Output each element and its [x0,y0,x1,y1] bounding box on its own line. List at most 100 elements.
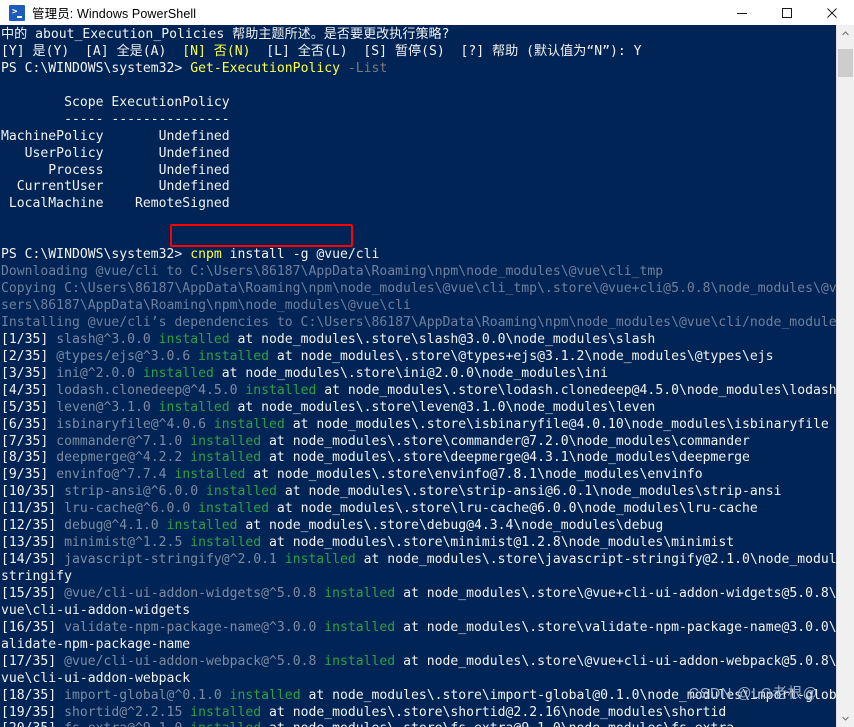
chevron-up-icon [842,31,849,36]
console-text-run: @vue/cli-ui-addon-widgets@^5.0.8 [64,585,325,601]
console-text-run: at node_modules\.store\fs-extra@9.1.0\no… [261,721,734,727]
console-line: [11/35] lru-cache@^6.0.0 installed at no… [1,501,836,518]
console-line: PS C:\WINDOWS\system32> Get-ExecutionPol… [1,61,836,78]
console-text-run: lru-cache@^6.0.0 [64,501,199,517]
maximize-icon [781,7,792,18]
console-text-run: at node_modules\.store\envinfo@7.8.1\nod… [245,467,703,483]
console-line: [Y] 是(Y) [A] 全是(A) [N] 否(N) [L] 全否(L) [S… [1,44,836,61]
console-line: [15/35] @vue/cli-ui-addon-widgets@^5.0.8… [1,586,836,603]
close-button[interactable] [809,0,854,25]
console-text-run: installed [324,653,396,669]
console-text-run: installed [324,619,396,635]
scrollbar-track[interactable] [837,42,854,710]
console-text-run: stringify [1,569,72,584]
console-text-run: fs-extra@^9.1.0 [64,721,190,727]
console-text-run: [18/35] [1,687,65,703]
console-text-run: PS C:\WINDOWS\system32> [1,247,191,263]
console-text-run: [Y] 是(Y) [A] 全是(A) [1,43,183,59]
console-text-run: at node_modules\.store\javascript-string… [363,552,836,568]
console-line: [13/35] minimist@^1.2.5 installed at nod… [1,535,836,552]
console-text-run: installed [213,416,285,432]
console-text-run: 中的 about_Execution_Policies 帮助主题所述。是否要更改… [1,27,450,42]
console-text-run: minimist@^1.2.5 [64,535,191,551]
console-text-run: [6/35] [1,416,57,432]
console-text-run: commander@^7.1.0 [56,433,191,449]
console-text-run: deepmerge@^4.2.2 [56,450,191,466]
console-text-run: [19/35] [1,704,65,720]
console-line: sers\86187\AppData\Roaming\npm\node_modu… [1,298,836,315]
console-text-run: [1/35] [1,331,57,347]
console-text-run: Get-ExecutionPolicy [190,60,340,76]
console-text-run: validate-npm-package-name@^3.0.0 [64,619,325,635]
scrollbar-thumb[interactable] [838,49,853,77]
console-text-run: Copying C:\Users\86187\AppData\Roaming\n… [1,281,836,297]
console-line: [6/35] isbinaryfile@^4.0.6 installed at … [1,417,836,434]
console-text-run: envinfo@^7.7.4 [56,467,175,483]
console-text-run: at node_modules\.store\@vue+cli-ui-addon… [403,585,836,601]
console-line: CurrentUser Undefined [1,179,836,196]
console-output[interactable]: 中的 about_Execution_Policies 帮助主题所述。是否要更改… [0,25,836,727]
console-line: Installing @vue/cli’s dependencies to C:… [1,315,836,332]
console-text-run: [11/35] [1,501,65,517]
console-text-run: [9/35] [1,467,57,483]
vertical-scrollbar[interactable] [836,25,854,727]
maximize-button[interactable] [764,0,809,25]
console-line: [1/35] slash@^3.0.0 installed at node_mo… [1,332,836,349]
console-line: [9/35] envinfo@^7.7.4 installed at node_… [1,467,836,484]
console-text-run: CurrentUser Undefined [1,179,230,195]
title-bar[interactable]: > 管理员: Windows PowerShell [0,0,854,25]
console-text-run: sers\86187\AppData\Roaming\npm\node_modu… [1,298,411,313]
console-line: [20/35] fs-extra@^9.1.0 installed at nod… [1,721,836,727]
console-line: [2/35] @types/ejs@^3.0.6 installed at no… [1,349,836,366]
scroll-down-button[interactable] [837,710,854,727]
powershell-window: > 管理员: Windows PowerShell 中的 about_Execu… [0,0,854,727]
console-text-run: @vue/cli-ui-addon-webpack@^5.0.8 [64,653,325,669]
console-text-run: strip-ansi@^6.0.0 [64,484,206,500]
console-line: Downloading @vue/cli to C:\Users\86187\A… [1,264,836,281]
console-text-run: at node_modules\.store\strip-ansi@6.0.1\… [276,484,782,500]
window-title: 管理员: Windows PowerShell [32,7,197,21]
console-line: [14/35] javascript-stringify@^2.0.1 inst… [1,552,836,569]
console-text-run: at node_modules\.store\isbinaryfile@4.0.… [284,416,829,432]
console-text-run: [2/35] [1,348,57,364]
console-text-run: [17/35] [1,653,65,669]
console-text-run: LocalMachine RemoteSigned [1,196,230,212]
console-text-run: [13/35] [1,535,65,551]
console-line: PS C:\WINDOWS\system32> cnpm install -g … [1,247,836,264]
console-text-run: Installing @vue/cli’s dependencies to C:… [1,314,836,330]
console-text-run: shortid@^2.2.15 [64,704,191,720]
console-text-run: install -g @vue/cli [221,247,380,263]
console-text-run: installed [142,365,214,381]
console-text-run: javascript-stringify@^2.0.1 [64,552,285,568]
console-text-run: UserPolicy Undefined [1,145,230,161]
console-line: [4/35] lodash.clonedeep@^4.5.0 installed… [1,383,836,400]
minimize-button[interactable] [719,0,764,25]
console-text-run: @types/ejs@^3.0.6 [56,348,199,364]
scroll-up-button[interactable] [837,25,854,42]
console-line: [8/35] deepmerge@^4.2.2 installed at nod… [1,450,836,467]
console-text-run: installed [190,433,262,449]
console-text-run: [14/35] [1,552,65,568]
console-line: [17/35] @vue/cli-ui-addon-webpack@^5.0.8… [1,654,836,671]
console-text-run: MachinePolicy Undefined [1,128,230,144]
console-line: [3/35] ini@^2.0.0 installed at node_modu… [1,366,836,383]
console-text-run: installed [205,484,277,500]
console-text-run: installed [158,399,230,415]
console-text-run: at node_modules\.store\commander@7.2.0\n… [261,433,750,449]
console-text-run: cnpm [190,247,222,263]
console-text-run: vue\cli-ui-addon-widgets [1,602,191,618]
console-text-run: installed [166,518,238,534]
console-text-run: at node_modules\.store\minimist@1.2.8\no… [261,535,735,551]
watermark-text: CSDN @LG老根@ [688,686,818,702]
console-line: Copying C:\Users\86187\AppData\Roaming\n… [1,281,836,298]
console-line: vue\cli-ui-addon-widgets [1,603,836,620]
console-text-run: installed [198,501,270,517]
console-line: [16/35] validate-npm-package-name@^3.0.0… [1,620,836,637]
console-line: [10/35] strip-ansi@^6.0.0 installed at n… [1,484,836,501]
console-text-run: installed [190,721,261,727]
console-text-run: installed [245,382,317,398]
console-text-run: ini@^2.0.0 [56,365,143,381]
